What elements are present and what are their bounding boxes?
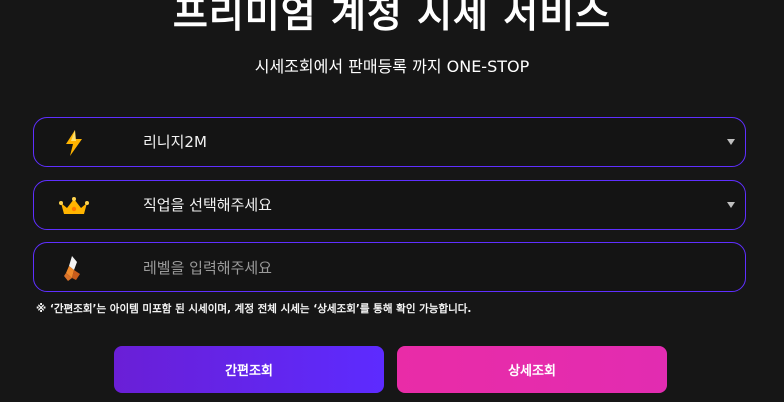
game-select[interactable]: 리니지2M [33, 117, 746, 167]
crown-icon [59, 191, 89, 221]
game-select-value: 리니지2M [143, 133, 207, 151]
page: 프리미엄 계정 시세 서비스 시세조회에서 판매등록 까지 ONE-STOP 리… [0, 0, 784, 402]
detail-search-button[interactable]: 상세조회 [397, 346, 667, 393]
job-select[interactable]: 직업을 선택해주세요 [33, 180, 746, 230]
level-input-field [33, 242, 746, 292]
page-subtitle: 시세조회에서 판매등록 까지 ONE-STOP [254, 57, 530, 76]
lightning-icon [59, 128, 89, 158]
quick-search-button[interactable]: 간편조회 [114, 346, 384, 393]
chevron-down-icon [727, 202, 735, 208]
job-select-value: 직업을 선택해주세요 [143, 196, 272, 214]
level-input[interactable] [138, 254, 558, 282]
crystal-icon [59, 253, 89, 283]
chevron-down-icon [727, 139, 735, 145]
notice-text: ※ ‘간편조회’는 아이템 미포함 된 시세이며, 계정 전체 시세는 ‘상세조… [36, 303, 472, 315]
page-title: 프리미엄 계정 시세 서비스 [172, 0, 612, 36]
